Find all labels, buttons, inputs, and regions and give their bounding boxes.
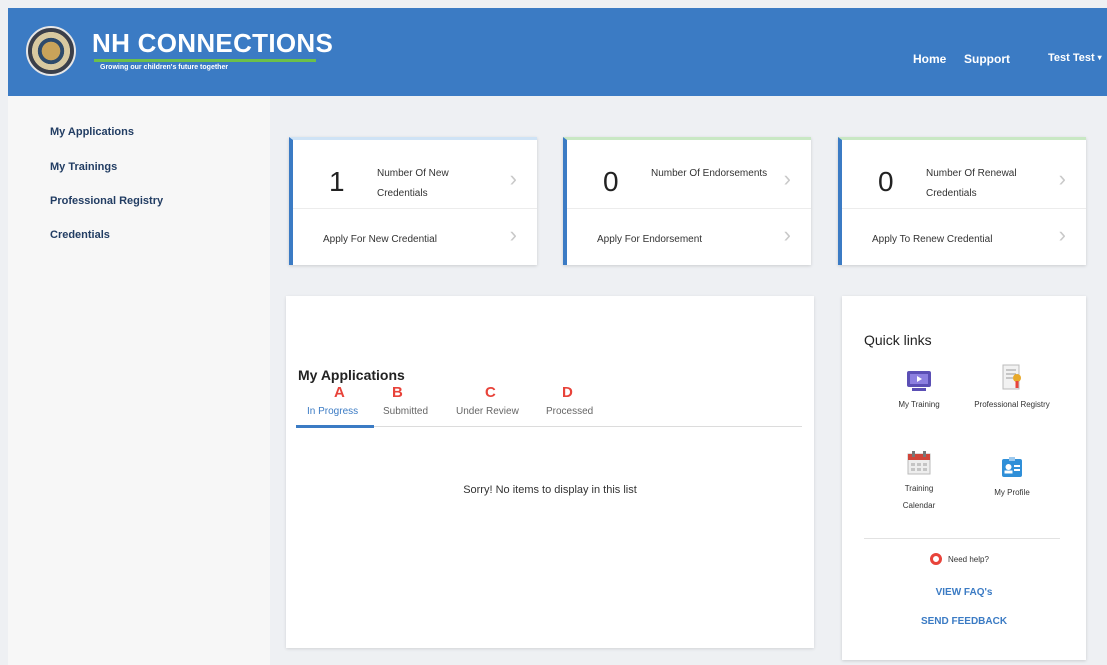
tab-processed[interactable]: Processed [546, 406, 593, 417]
quick-links-divider [864, 538, 1060, 539]
logo-underline [94, 59, 316, 62]
need-help-text: Need help? [948, 555, 989, 564]
chevron-right-icon[interactable]: › [1059, 222, 1066, 248]
chevron-right-icon[interactable]: › [510, 166, 517, 192]
profile-card-icon [1002, 457, 1022, 477]
renewal-credentials-label: Number Of Renewal Credentials [926, 168, 1017, 199]
state-seal-logo[interactable] [26, 26, 76, 76]
tab-annotation-b: B [392, 384, 403, 401]
empty-list-message: Sorry! No items to display in this list [463, 484, 637, 496]
active-tab-indicator [296, 425, 374, 428]
applications-title: My Applications [298, 367, 405, 383]
logo-tagline: Growing our children's future together [100, 64, 229, 71]
sidebar: My Applications My Trainings Professiona… [8, 96, 270, 665]
nav-support-link[interactable]: Support [964, 52, 1010, 66]
user-name: Test Test [1048, 52, 1095, 64]
quick-links-title: Quick links [864, 332, 932, 348]
quick-link-professional-registry[interactable]: Professional Registry [967, 364, 1057, 413]
tab-under-review[interactable]: Under Review [456, 406, 519, 417]
renewal-credentials-count: 0 [878, 166, 894, 197]
new-credentials-count: 1 [329, 166, 345, 197]
quick-link-label: Professional Registry [974, 400, 1050, 409]
tab-annotation-c: C [485, 384, 496, 401]
video-player-icon [907, 371, 931, 391]
quick-links-panel: Quick links My Training Professional Reg… [842, 296, 1086, 660]
chevron-right-icon[interactable]: › [784, 166, 791, 192]
quick-link-training-calendar[interactable]: Training Calendar [874, 450, 964, 514]
card-divider [842, 208, 1086, 209]
apply-endorsement-link[interactable]: Apply For Endorsement [597, 234, 702, 245]
certificate-icon [1002, 364, 1021, 390]
nav-home-link[interactable]: Home [913, 52, 946, 66]
chevron-down-icon: ▾ [1097, 53, 1102, 62]
chevron-right-icon[interactable]: › [1059, 166, 1066, 192]
apply-renew-credential-link[interactable]: Apply To Renew Credential [872, 234, 992, 245]
card-divider [293, 208, 537, 209]
new-credentials-card: 1 Number Of New Credentials › Apply For … [289, 137, 537, 265]
new-credentials-label: Number Of New Credentials [377, 168, 449, 199]
sidebar-item-my-trainings[interactable]: My Trainings [50, 161, 117, 173]
sidebar-item-credentials[interactable]: Credentials [50, 229, 110, 241]
send-feedback-link[interactable]: SEND FEEDBACK [842, 616, 1086, 627]
endorsements-card: 0 Number Of Endorsements › Apply For End… [563, 137, 811, 265]
apply-new-credential-link[interactable]: Apply For New Credential [323, 234, 437, 245]
quick-link-label: Training Calendar [902, 484, 936, 510]
quick-link-my-profile[interactable]: My Profile [967, 456, 1057, 501]
quick-link-label: My Training [898, 400, 940, 409]
tab-submitted[interactable]: Submitted [383, 406, 428, 417]
tab-annotation-d: D [562, 384, 573, 401]
lifebuoy-icon [930, 553, 942, 565]
chevron-right-icon[interactable]: › [784, 222, 791, 248]
sidebar-item-professional-registry[interactable]: Professional Registry [50, 195, 163, 207]
endorsements-count: 0 [603, 166, 619, 197]
renewal-credentials-card: 0 Number Of Renewal Credentials › Apply … [838, 137, 1086, 265]
logo-title[interactable]: NH CONNECTIONS [92, 28, 333, 59]
view-faqs-link[interactable]: VIEW FAQ's [842, 587, 1086, 598]
tab-in-progress[interactable]: In Progress [307, 406, 358, 417]
tab-annotation-a: A [334, 384, 345, 401]
card-divider [567, 208, 811, 209]
my-applications-panel: My Applications A B C D In Progress Subm… [286, 296, 814, 648]
endorsements-label: Number Of Endorsements [651, 168, 768, 179]
calendar-icon [907, 451, 931, 475]
need-help: Need help? [930, 553, 989, 565]
sidebar-item-my-applications[interactable]: My Applications [50, 126, 134, 138]
quick-link-my-training[interactable]: My Training [874, 370, 964, 413]
quick-link-label: My Profile [994, 488, 1030, 497]
chevron-right-icon[interactable]: › [510, 222, 517, 248]
top-header: NH CONNECTIONS Growing our children's fu… [8, 8, 1107, 96]
user-menu[interactable]: Test Test ▾ [1048, 52, 1102, 64]
